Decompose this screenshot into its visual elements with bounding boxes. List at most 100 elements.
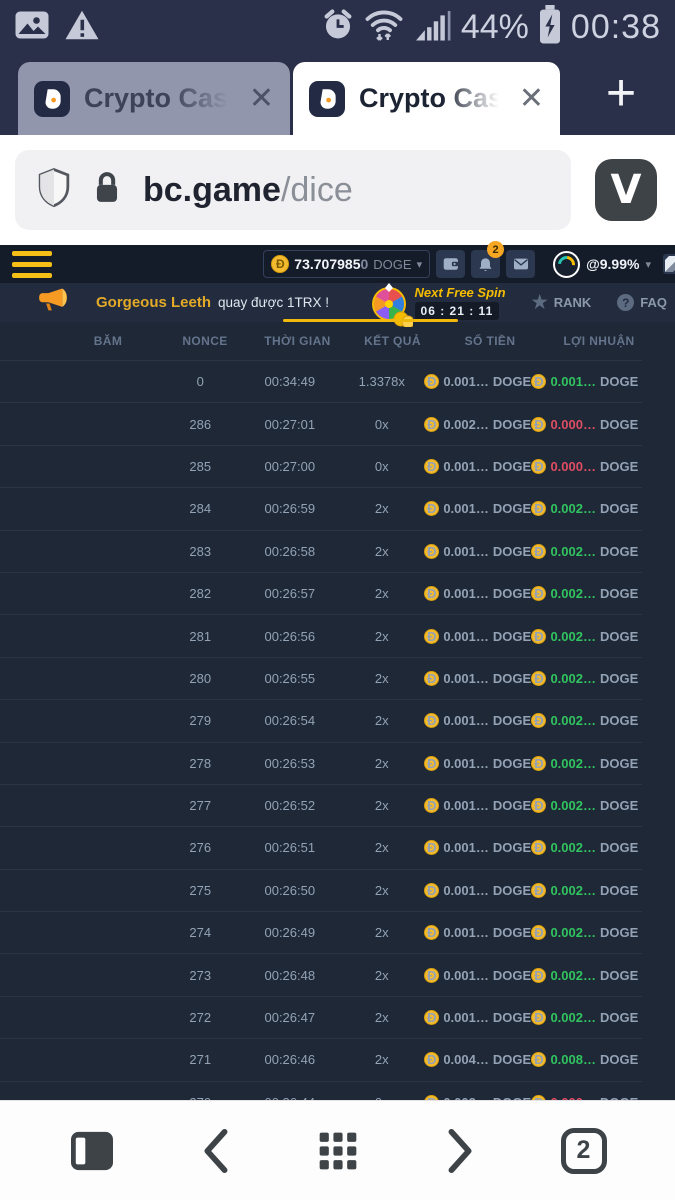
wifi-icon <box>363 7 405 48</box>
alarm-icon <box>321 8 355 47</box>
notifications-button[interactable]: 2 <box>471 250 500 278</box>
star-icon: ★ <box>532 292 548 313</box>
doge-coin-icon: Đ <box>531 798 546 813</box>
clock-text: 00:38 <box>571 8 661 47</box>
bet-row[interactable]: 276 00:26:51 2x Đ 0.001… DOGE Đ 0.002… D… <box>0 826 642 868</box>
site-header: Đ 73.7079850 DOGE ▾ 2 @9.99% ▾ <box>0 245 675 283</box>
browser-tab-active[interactable]: Crypto Casi ✕ <box>293 62 560 135</box>
amount-value: 0.001… <box>443 374 489 389</box>
profit-value: 0.002… <box>550 544 596 559</box>
profit-unit: DOGE <box>600 629 638 644</box>
col-header-hash: BĂM <box>56 334 160 348</box>
amount-value: 0.001… <box>443 501 489 516</box>
amount-value: 0.001… <box>443 756 489 771</box>
doge-coin-icon: Đ <box>424 1010 439 1025</box>
cell-result: 1.3378x <box>336 374 428 389</box>
bet-row[interactable]: 273 00:26:48 2x Đ 0.001… DOGE Đ 0.002… D… <box>0 953 642 995</box>
profit-unit: DOGE <box>600 501 638 516</box>
cell-result: 2x <box>336 713 428 728</box>
doge-coin-icon: Đ <box>424 968 439 983</box>
bet-row[interactable]: 271 00:26:46 2x Đ 0.004… DOGE Đ 0.008… D… <box>0 1038 642 1080</box>
tab-switcher-button[interactable]: 2 <box>544 1111 624 1191</box>
profit-unit: DOGE <box>600 544 638 559</box>
url-field[interactable]: bc.game/dice <box>15 150 571 230</box>
bet-row[interactable]: 282 00:26:57 2x Đ 0.001… DOGE Đ 0.002… D… <box>0 572 642 614</box>
profit-unit: DOGE <box>600 756 638 771</box>
amount-value: 0.001… <box>443 840 489 855</box>
doge-coin-icon: Đ <box>531 629 546 644</box>
question-icon: ? <box>617 294 634 311</box>
back-button[interactable] <box>175 1111 255 1191</box>
new-tab-button[interactable]: + <box>595 69 647 121</box>
cell-profit: Đ 0.002… DOGE <box>528 968 642 983</box>
bet-row[interactable]: 283 00:26:58 2x Đ 0.001… DOGE Đ 0.002… D… <box>0 530 642 572</box>
tab-count: 2 <box>561 1128 607 1174</box>
cell-time: 00:27:00 <box>244 459 336 474</box>
cell-amount: Đ 0.001… DOGE <box>428 713 528 728</box>
profit-unit: DOGE <box>600 586 638 601</box>
vivaldi-menu-button[interactable]: V <box>595 159 657 221</box>
bet-row[interactable]: 285 00:27:00 0x Đ 0.001… DOGE Đ 0.000… D… <box>0 445 642 487</box>
amount-value: 0.001… <box>443 544 489 559</box>
cell-profit: Đ 0.002… DOGE <box>528 883 642 898</box>
panel-toggle-button[interactable] <box>52 1111 132 1191</box>
free-spin-timer: 06 : 21 : 11 <box>415 302 500 320</box>
faq-button[interactable]: ? FAQ <box>617 294 667 311</box>
bet-row[interactable]: 278 00:26:53 2x Đ 0.001… DOGE Đ 0.002… D… <box>0 742 642 784</box>
cell-nonce: 282 <box>157 586 244 601</box>
close-tab-icon[interactable]: ✕ <box>249 81 274 116</box>
amount-unit: DOGE <box>493 629 531 644</box>
profit-unit: DOGE <box>600 671 638 686</box>
balance-selector[interactable]: Đ 73.7079850 DOGE ▾ <box>263 250 430 278</box>
wallet-button[interactable] <box>436 250 465 278</box>
bet-row[interactable]: 277 00:26:52 2x Đ 0.001… DOGE Đ 0.002… D… <box>0 784 642 826</box>
doge-coin-icon: Đ <box>424 713 439 728</box>
speed-dial-button[interactable] <box>298 1111 378 1191</box>
bet-row[interactable]: 0 00:34:49 1.3378x Đ 0.001… DOGE Đ 0.001… <box>0 360 642 402</box>
bet-row[interactable]: 272 00:26:47 2x Đ 0.001… DOGE Đ 0.002… D… <box>0 996 642 1038</box>
close-tab-icon[interactable]: ✕ <box>519 81 544 116</box>
cell-result: 2x <box>336 756 428 771</box>
battery-percent: 44% <box>461 8 529 47</box>
amount-value: 0.001… <box>443 671 489 686</box>
announcement-message: quay được 1TRX ! <box>218 295 329 310</box>
tab-title: Crypto Casi <box>359 83 511 114</box>
bet-row[interactable]: 281 00:26:56 2x Đ 0.001… DOGE Đ 0.002… D… <box>0 614 642 656</box>
cell-time: 00:26:56 <box>244 629 336 644</box>
cell-result: 2x <box>336 586 428 601</box>
cell-result: 2x <box>336 840 428 855</box>
menu-icon[interactable] <box>12 251 52 278</box>
bet-row[interactable]: 280 00:26:55 2x Đ 0.001… DOGE Đ 0.002… D… <box>0 657 642 699</box>
bet-row[interactable]: 270 00:26:44 0x Đ 0.002… DOGE Đ 0.000… D… <box>0 1081 642 1100</box>
bet-row[interactable]: 284 00:26:59 2x Đ 0.001… DOGE Đ 0.002… D… <box>0 487 642 529</box>
cell-amount: Đ 0.001… DOGE <box>428 798 528 813</box>
cell-amount: Đ 0.001… DOGE <box>428 374 528 389</box>
messages-button[interactable] <box>506 250 535 278</box>
profit-unit: DOGE <box>600 883 638 898</box>
flag-icon[interactable] <box>661 252 675 276</box>
bet-row[interactable]: 286 00:27:01 0x Đ 0.002… DOGE Đ 0.000… D… <box>0 402 642 444</box>
browser-tab-inactive[interactable]: Crypto Casi ✕ <box>18 62 290 135</box>
announcement-username[interactable]: Gorgeous Leeth <box>96 294 211 311</box>
doge-coin-icon: Đ <box>531 586 546 601</box>
shield-icon[interactable] <box>37 168 71 213</box>
faq-label: FAQ <box>640 295 667 310</box>
profit-unit: DOGE <box>600 798 638 813</box>
cell-time: 00:26:52 <box>244 798 336 813</box>
amount-unit: DOGE <box>493 544 531 559</box>
cell-nonce: 278 <box>157 756 244 771</box>
col-header-time: THỜI GIAN <box>250 334 345 348</box>
rank-label: RANK <box>554 295 592 310</box>
forward-button[interactable] <box>421 1111 501 1191</box>
amount-value: 0.001… <box>443 713 489 728</box>
cell-time: 00:26:53 <box>244 756 336 771</box>
bet-row[interactable]: 274 00:26:49 2x Đ 0.001… DOGE Đ 0.002… D… <box>0 911 642 953</box>
chevron-down-icon: ▾ <box>645 258 651 271</box>
bet-row[interactable]: 279 00:26:54 2x Đ 0.001… DOGE Đ 0.002… D… <box>0 699 642 741</box>
rank-button[interactable]: ★ RANK <box>532 292 592 313</box>
avatar[interactable] <box>553 251 580 278</box>
rakeback-percent[interactable]: @9.99% <box>586 256 639 272</box>
cell-result: 2x <box>336 883 428 898</box>
bet-row[interactable]: 275 00:26:50 2x Đ 0.001… DOGE Đ 0.002… D… <box>0 869 642 911</box>
doge-coin-icon: Đ <box>424 883 439 898</box>
